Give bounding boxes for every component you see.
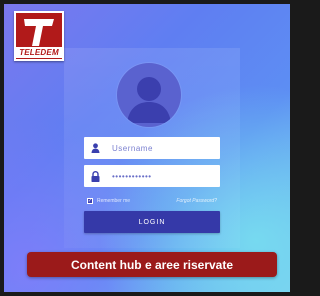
- user-icon: [84, 137, 106, 159]
- remember-me-label: Remember me: [97, 198, 131, 204]
- teledem-logo-text: TELEDEM: [16, 47, 62, 58]
- login-options: ✓ Remember me Forgot Password?: [87, 196, 217, 206]
- password-field[interactable]: [84, 165, 220, 187]
- forgot-password-link[interactable]: Forgot Password?: [176, 198, 217, 204]
- remember-me[interactable]: ✓ Remember me: [87, 198, 130, 204]
- teledem-logo-mark: [16, 13, 62, 50]
- content-hub-banner[interactable]: Content hub e aree riservate: [27, 252, 277, 277]
- lock-icon: [84, 165, 106, 187]
- username-input[interactable]: [106, 143, 216, 153]
- user-avatar-icon: [117, 63, 181, 127]
- password-input[interactable]: [106, 171, 216, 181]
- login-button[interactable]: LOGIN: [84, 211, 220, 233]
- remember-me-checkbox[interactable]: ✓: [87, 198, 93, 204]
- username-field[interactable]: [84, 137, 220, 159]
- teledem-logo: TELEDEM: [14, 11, 64, 61]
